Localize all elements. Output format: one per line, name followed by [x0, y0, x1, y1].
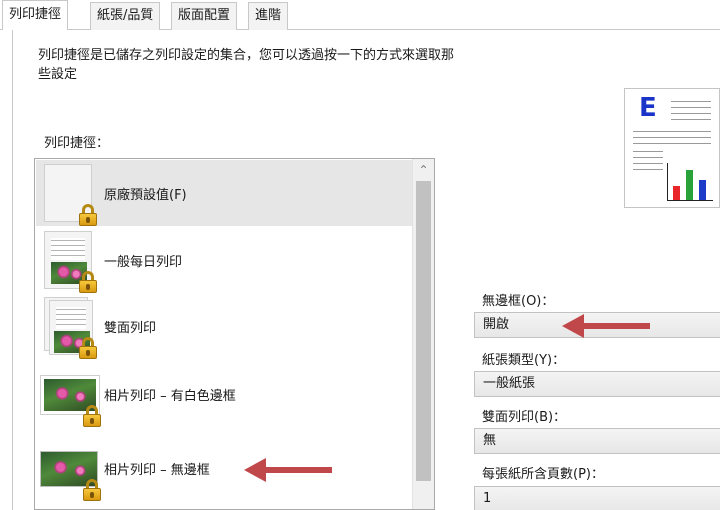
two-sided-document-icon	[44, 297, 98, 359]
shortcut-item-everyday[interactable]: 一般每日列印	[36, 227, 412, 293]
paper-type-label: 紙張類型(Y)：	[482, 353, 566, 368]
lock-icon	[78, 204, 98, 226]
shortcut-item-factory-defaults[interactable]: 原廠預設值(F)	[36, 160, 412, 226]
panel-border	[12, 30, 13, 510]
preview-letter-e-icon: E	[639, 93, 657, 123]
tab-paper-quality[interactable]: 紙張/品質	[90, 2, 161, 30]
shortcut-item-label: 相片列印 – 有白色邊框	[104, 389, 236, 404]
tab-layout[interactable]: 版面配置	[171, 2, 238, 30]
duplex-select[interactable]: 無	[474, 428, 720, 454]
tab-strip: 列印捷徑 紙張/品質 版面配置 進階	[0, 0, 720, 30]
scroll-up-icon[interactable]: ⌃	[413, 159, 434, 181]
print-preview-thumbnail: E	[624, 88, 720, 208]
duplex-label: 雙面列印(B)：	[482, 410, 567, 425]
shortcut-item-photo-white-border[interactable]: 相片列印 – 有白色邊框	[36, 361, 412, 427]
shortcuts-listbox[interactable]: 原廠預設值(F) 一般每日列印 雙面列印 相片列印 – 有白色邊框 相片列印 –…	[34, 158, 435, 510]
bordered-photo-icon	[40, 365, 102, 427]
pages-per-sheet-label: 每張紙所含頁數(P)：	[482, 467, 604, 482]
shortcut-item-label: 雙面列印	[104, 321, 157, 336]
lock-icon	[78, 271, 98, 293]
shortcuts-scrollbar[interactable]: ⌃	[412, 159, 434, 509]
tab-print-shortcuts[interactable]: 列印捷徑	[2, 0, 69, 30]
annotation-arrow-icon	[244, 458, 332, 482]
lock-icon	[82, 405, 102, 427]
annotation-arrow-icon	[562, 314, 650, 338]
borderless-photo-icon	[40, 439, 102, 501]
pages-per-sheet-select[interactable]: 1	[474, 486, 720, 510]
photo-document-icon	[44, 231, 98, 293]
paper-type-select[interactable]: 一般紙張	[474, 371, 720, 397]
blank-document-icon	[44, 164, 98, 226]
shortcuts-description: 列印捷徑是已儲存之列印設定的集合，您可以透過按一下的方式來選取那些設定	[38, 48, 455, 82]
borderless-label: 無邊框(O)：	[482, 294, 555, 309]
shortcut-item-two-sided[interactable]: 雙面列印	[36, 293, 412, 359]
shortcut-item-label: 原廠預設值(F)	[104, 188, 187, 203]
scrollbar-thumb[interactable]	[416, 181, 431, 481]
lock-icon	[78, 337, 98, 359]
shortcuts-list-label: 列印捷徑：	[44, 136, 110, 151]
lock-icon	[82, 479, 102, 501]
shortcut-item-label: 相片列印 – 無邊框	[104, 463, 210, 478]
shortcut-item-photo-borderless[interactable]: 相片列印 – 無邊框	[36, 435, 412, 501]
tab-advanced[interactable]: 進階	[248, 2, 289, 30]
shortcut-item-partial[interactable]	[36, 503, 412, 510]
shortcut-item-label: 一般每日列印	[104, 255, 183, 270]
preview-bar-chart-icon	[667, 163, 713, 201]
